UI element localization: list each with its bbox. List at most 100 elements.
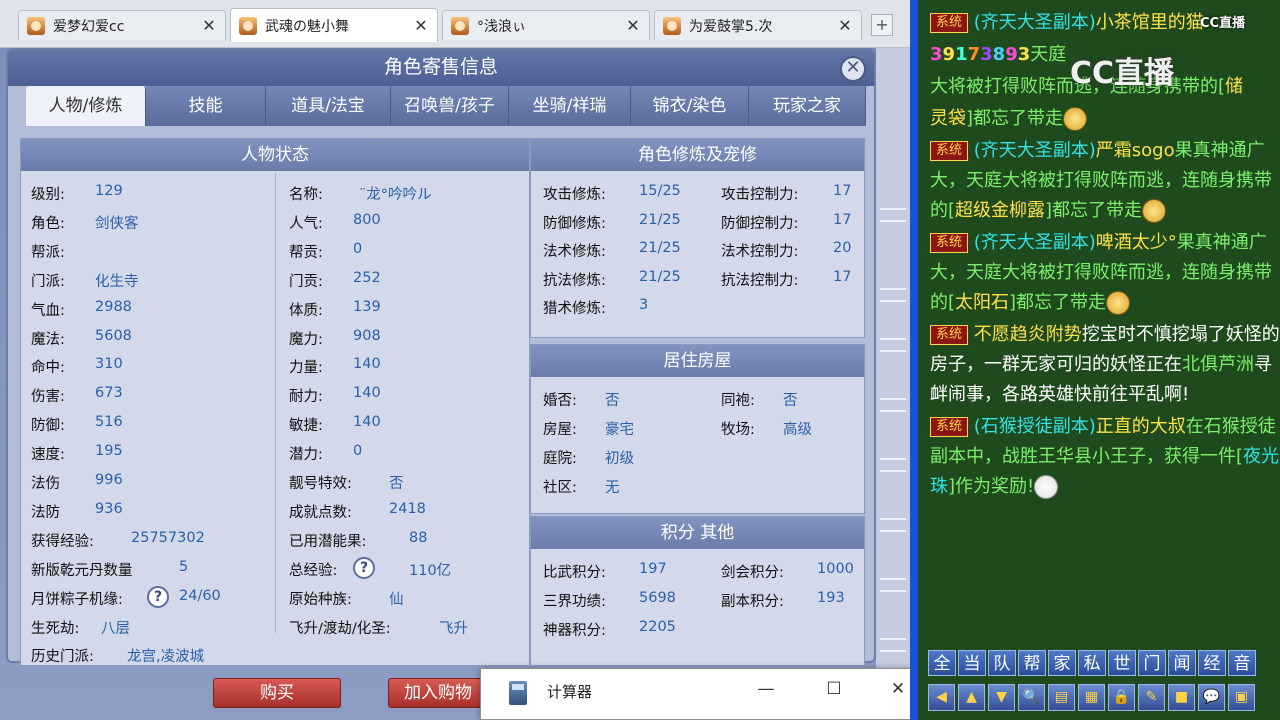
minimize-icon[interactable]: — <box>751 679 781 699</box>
chat-tool-icon[interactable]: ▼ <box>988 684 1015 711</box>
status-label: 靓号特效: <box>289 476 352 492</box>
channel-button[interactable]: 私 <box>1078 650 1106 676</box>
info-value: 豪宅 <box>605 422 634 438</box>
status-value: 140 <box>353 414 381 431</box>
chat-fragment: ]作为奖励! <box>948 476 1035 497</box>
add-to-cart-button[interactable]: 加入购物 <box>388 678 488 708</box>
cultivation-panel-title: 角色修炼及宠修 <box>531 139 864 171</box>
info-label: 神器积分: <box>543 623 606 639</box>
info-label: 抗法修炼: <box>543 272 606 289</box>
chat-fragment: (齐天大圣副本) <box>973 12 1096 33</box>
chat-tool-icon[interactable]: ◀ <box>928 684 955 711</box>
info-label: 庭院: <box>543 451 577 467</box>
tab-character[interactable]: 人物/修炼 <box>26 86 146 126</box>
info-value: 否 <box>605 393 620 409</box>
status-value: 140 <box>353 356 381 373</box>
avatar-icon <box>239 16 257 35</box>
cc-live-watermark-small: CC直播 <box>1200 16 1246 31</box>
emoji-icon <box>1106 291 1131 315</box>
tab-pets[interactable]: 召唤兽/孩子 <box>391 86 509 126</box>
info-label: 攻击控制力: <box>721 187 799 203</box>
chat-tool-icon[interactable]: ▲ <box>958 684 985 711</box>
avatar-icon <box>663 16 681 35</box>
info-value: 高级 <box>783 422 812 438</box>
status-row: 气血: 2988 <box>31 299 271 320</box>
status-label: 历史门派: <box>31 649 94 666</box>
chat-message: 系统 不愿趋炎附势挖宝时不慎挖塌了妖怪的房子，一群无家可归的妖怪正在北俱芦洲寻衅… <box>930 320 1280 410</box>
status-value: 140 <box>353 385 381 402</box>
chat-tool-icon[interactable]: ✎ <box>1138 684 1165 711</box>
channel-button[interactable]: 家 <box>1048 650 1076 676</box>
status-row: 总经验: 110亿? <box>289 556 529 580</box>
channel-button[interactable]: 队 <box>988 650 1016 676</box>
channel-button[interactable]: 当 <box>958 650 986 676</box>
status-label: 敏捷: <box>289 418 323 435</box>
tab-close-icon[interactable]: ✕ <box>837 16 853 35</box>
character-sale-dialog: 角色寄售信息 ✕ 人物/修炼 技能 道具/法宝 召唤兽/孩子 坐骑/祥瑞 锦衣/… <box>6 48 876 666</box>
status-row: 防御: 516 <box>31 414 271 435</box>
status-value: 八层 <box>101 620 130 637</box>
info-value: 17 <box>833 211 852 228</box>
status-row: 耐力: 140 <box>289 385 529 406</box>
tab-items[interactable]: 道具/法宝 <box>266 86 391 126</box>
browser-tab-2[interactable]: 武魂の魅小舞 ✕ <box>230 8 438 42</box>
channel-button[interactable]: 帮 <box>1018 650 1046 676</box>
status-panel: 人物状态 级别: 129 角色: 剑侠客 帮派: 门派: 化生寺 气血: 2988 魔法: 5608… <box>20 138 530 666</box>
info-label: 房屋: <box>543 422 577 438</box>
chat-message: 系统 (齐天大圣副本)严霜sogo果真神通广大，天庭大将被打得败阵而逃，连随身携… <box>930 136 1280 226</box>
channel-button[interactable]: 音 <box>1228 650 1256 676</box>
tab-close-icon[interactable]: ✕ <box>625 16 641 35</box>
status-label: 飞升/渡劫/化圣: <box>289 620 391 637</box>
status-row: 魔力: 908 <box>289 328 529 349</box>
channel-button[interactable]: 闻 <box>1168 650 1196 676</box>
chat-fragment: ]都忘了带走 <box>1045 200 1143 221</box>
channel-button[interactable]: 全 <box>928 650 956 676</box>
help-icon[interactable]: ? <box>353 556 375 579</box>
status-label: 法防 <box>31 504 60 521</box>
status-label: 角色: <box>31 215 65 232</box>
maximize-icon[interactable]: ☐ <box>819 679 849 699</box>
calculator-window[interactable]: 计算器 — ☐ ✕ <box>480 668 925 720</box>
browser-tab-1[interactable]: 爱梦幻爱cc ✕ <box>18 10 226 40</box>
info-row: 法术修炼: 21/25 法术控制力: 20 <box>543 240 863 261</box>
calculator-icon <box>509 681 527 705</box>
chat-tool-icon[interactable]: 🔒 <box>1108 684 1135 711</box>
info-value: 否 <box>783 393 798 409</box>
buy-button[interactable]: 购买 <box>213 678 341 708</box>
chat-tool-icon[interactable]: ▣ <box>1228 684 1255 711</box>
tab-outfits[interactable]: 锦衣/染色 <box>631 86 749 126</box>
status-label: 耐力: <box>289 389 323 406</box>
chat-tool-icon[interactable]: 🔍 <box>1018 684 1045 711</box>
new-tab-button[interactable]: + <box>871 14 893 36</box>
status-value: 5 <box>179 558 189 575</box>
channel-button[interactable]: 世 <box>1108 650 1136 676</box>
chat-tool-icon[interactable]: ▦ <box>1078 684 1105 711</box>
tab-skills[interactable]: 技能 <box>146 86 266 126</box>
chat-tool-icon[interactable]: 💬 <box>1198 684 1225 711</box>
status-label: 获得经验: <box>31 533 94 550</box>
tab-mounts[interactable]: 坐骑/祥瑞 <box>509 86 631 126</box>
help-icon[interactable]: ? <box>147 585 169 608</box>
info-label: 防御修炼: <box>543 215 606 232</box>
tab-player-home[interactable]: 玩家之家 <box>749 86 866 126</box>
system-tag: 系统 <box>930 141 969 161</box>
channel-button[interactable]: 经 <box>1198 650 1226 676</box>
chat-tool-icon[interactable]: ■ <box>1168 684 1195 711</box>
info-value: 193 <box>817 590 845 606</box>
status-row: 级别: 129 <box>31 183 271 204</box>
channel-button[interactable]: 门 <box>1138 650 1166 676</box>
close-icon[interactable]: ✕ <box>883 679 913 699</box>
browser-tab-4[interactable]: 为爱鼓掌5.次 ✕ <box>654 10 862 40</box>
status-row: 潜力: 0 <box>289 443 529 464</box>
info-row: 三界功绩: 5698 副本积分: 193 <box>543 590 863 611</box>
info-value: 197 <box>639 561 667 577</box>
tab-close-icon[interactable]: ✕ <box>201 16 217 35</box>
tab-close-icon[interactable]: ✕ <box>413 16 429 35</box>
info-row: 攻击修炼: 15/25 攻击控制力: 17 <box>543 183 863 204</box>
browser-tab-3[interactable]: °浅浪ぃ ✕ <box>442 10 650 40</box>
chat-tool-icon[interactable]: ▤ <box>1048 684 1075 711</box>
status-label: 速度: <box>31 447 65 464</box>
status-value: 剑侠客 <box>95 215 139 232</box>
status-row: 力量: 140 <box>289 356 529 377</box>
close-icon[interactable]: ✕ <box>840 56 866 82</box>
